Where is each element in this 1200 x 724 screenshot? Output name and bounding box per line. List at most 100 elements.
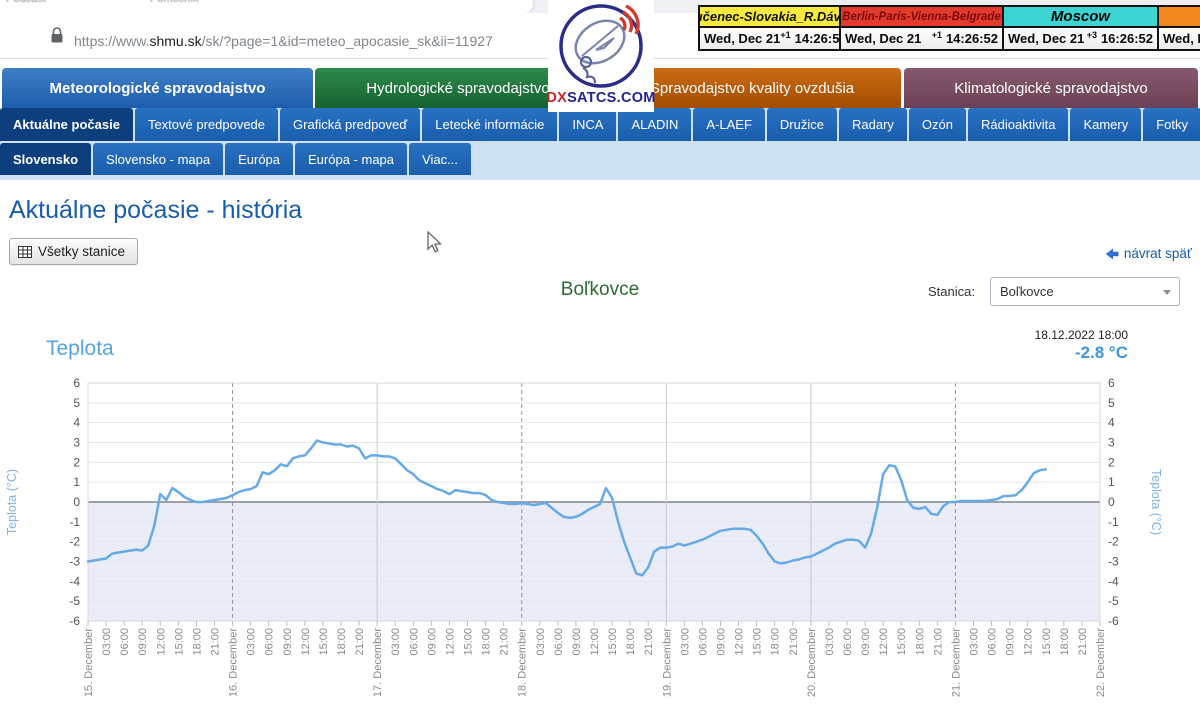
x-tick-label: 09:00	[282, 628, 294, 656]
tab-grafick-predpove-[interactable]: Grafická predpoveď	[280, 108, 420, 141]
temperature-chart: 66554433221100-1-1-2-2-3-3-4-4-5-5-6-615…	[0, 370, 1200, 724]
x-tick-label: 21:00	[932, 628, 944, 656]
tab-leteck-inform-cie[interactable]: Letecké informácie	[422, 108, 557, 141]
y-tick-label: -4	[1108, 574, 1119, 588]
tab-eur-pa[interactable]: Európa	[225, 143, 293, 175]
x-tick-label: 09:00	[716, 628, 728, 656]
tab-dru-ice[interactable]: Družice	[767, 108, 837, 141]
tab-radary[interactable]: Radary	[839, 108, 907, 141]
y-tick-label: -5	[1108, 594, 1119, 608]
x-tick-label: 18:00	[914, 628, 926, 656]
x-tick-label: 06:00	[697, 628, 709, 656]
x-tick-label: 18:00	[625, 628, 637, 656]
x-tick-label: 15:00	[1041, 628, 1053, 656]
x-tick-label: 21:00	[643, 628, 655, 656]
main-tab-4[interactable]: Klimatologické spravodajstvo	[904, 68, 1198, 108]
tab-aladin[interactable]: ALADIN	[618, 108, 691, 141]
x-tick-label: 15:00	[896, 628, 908, 656]
tab-oz-n[interactable]: Ozón	[909, 108, 966, 141]
station-select[interactable]: Boľkovce	[990, 277, 1180, 306]
tab-slovensko[interactable]: Slovensko	[0, 143, 91, 175]
y-tick-label: 0	[1108, 495, 1115, 509]
x-tick-label: 15:00	[752, 628, 764, 656]
x-tick-label: 18:00	[1059, 628, 1071, 656]
x-tick-label: 17. December	[372, 628, 384, 697]
page-title: Aktuálne počasie - história	[9, 196, 302, 225]
region-nav: SlovenskoSlovensko - mapaEurópaEurópa - …	[0, 143, 471, 175]
x-tick-label: 18:00	[481, 628, 493, 656]
x-tick-label: 06:00	[408, 628, 420, 656]
tab-inca[interactable]: INCA	[559, 108, 616, 141]
tab-textov-predpovede[interactable]: Textové predpovede	[135, 108, 278, 141]
x-tick-label: 09:00	[571, 628, 583, 656]
clock-time: 14:26:52	[946, 31, 998, 46]
x-tick-label: 09:00	[426, 628, 438, 656]
x-tick-label: 12:00	[878, 628, 890, 656]
x-tick-label: 06:00	[842, 628, 854, 656]
y-tick-label: 6	[1108, 376, 1115, 390]
tab-kamery[interactable]: Kamery	[1070, 108, 1141, 141]
browser-active-tab[interactable]: Podcast Pomocník	[0, 0, 533, 13]
tab-fotky[interactable]: Fotky	[1143, 108, 1200, 141]
main-tab-1[interactable]: Meteorologické spravodajstvo	[2, 68, 313, 108]
chart-title: Teplota	[46, 337, 114, 361]
x-tick-label: 21:00	[354, 628, 366, 656]
x-tick-label: 03:00	[824, 628, 836, 656]
y-tick-label: -2	[69, 535, 80, 549]
x-tick-label: 06:00	[264, 628, 276, 656]
clock-Lučenec-Slovakia_R.Dávid: Lučenec-Slovakia_R.DávidWed, Dec 21+114:…	[700, 7, 841, 49]
y-tick-label: 3	[73, 436, 80, 450]
tab-aktu-lne-po-asie[interactable]: Aktuálne počasie	[0, 108, 133, 141]
tab-eur-pa-mapa[interactable]: Európa - mapa	[295, 143, 407, 175]
clock-city-label: Lučenec-Slovakia_R.Dávid	[700, 7, 839, 28]
y-tick-label: -1	[69, 515, 80, 529]
y-tick-label: -5	[69, 594, 80, 608]
tab-viac-[interactable]: Viac...	[409, 143, 471, 175]
y-tick-label: -1	[1108, 515, 1119, 529]
clock-utc-offset: +1	[780, 30, 790, 40]
y-tick-label: -6	[1108, 614, 1119, 628]
y-tick-label: -6	[69, 614, 80, 628]
chevron-down-icon	[1163, 290, 1171, 295]
x-tick-label: 06:00	[119, 628, 131, 656]
x-tick-label: 03:00	[679, 628, 691, 656]
y-tick-label: 4	[73, 416, 80, 430]
window-hint-left: Podcast	[6, 0, 46, 5]
x-tick-label: 21:00	[499, 628, 511, 656]
x-tick-label: 15:00	[463, 628, 475, 656]
lock-icon	[50, 27, 64, 44]
x-tick-label: 15:00	[173, 628, 185, 656]
window-hint-right: Pomocník	[150, 0, 199, 5]
x-tick-label: 21:00	[788, 628, 800, 656]
y-tick-label: 4	[1108, 416, 1115, 430]
x-tick-label: 19. December	[661, 628, 673, 697]
clock-time: 16:26:52	[1101, 31, 1153, 46]
y-tick-label: -4	[69, 574, 80, 588]
tab-slovensko-mapa[interactable]: Slovensko - mapa	[93, 143, 223, 175]
x-tick-label: 03:00	[535, 628, 547, 656]
x-tick-label: 20. December	[806, 628, 818, 697]
url-prefix: https://www.	[74, 33, 149, 49]
x-tick-label: 18:00	[336, 628, 348, 656]
tab-a-laef[interactable]: A-LAEF	[693, 108, 765, 141]
mouse-cursor	[427, 231, 443, 253]
back-link[interactable]: návrat späť	[1105, 246, 1192, 261]
y-tick-label: 2	[73, 455, 80, 469]
tab-r-dioaktivita[interactable]: Rádioaktivita	[968, 108, 1068, 141]
clock-utc-offset: +3	[1087, 30, 1097, 40]
url-text[interactable]: https://www.shmu.sk/sk/?page=1&id=meteo_…	[74, 33, 493, 49]
chart-datetime-label: 18.12.2022 18:00	[1035, 328, 1128, 342]
clock-Moscow: MoscowWed, Dec 21+316:26:52	[1004, 7, 1159, 49]
clock-time-row: Wed, D	[1159, 28, 1200, 49]
x-tick-label: 16. December	[228, 628, 240, 697]
y-tick-label: -3	[1108, 555, 1119, 569]
x-tick-label: 15. December	[83, 628, 95, 697]
screen: Podcast Pomocník https://www.shmu.sk/sk/…	[0, 0, 1200, 724]
left-arrow-icon	[1105, 248, 1119, 260]
all-stations-button[interactable]: Všetky stanice	[9, 238, 138, 265]
url-domain: shmu.sk	[149, 33, 201, 49]
y-tick-label: 6	[73, 376, 80, 390]
clock-city-label: Moscow	[1004, 7, 1157, 28]
satellite-dish-logo-icon	[552, 0, 650, 92]
x-tick-label: 06:00	[987, 628, 999, 656]
